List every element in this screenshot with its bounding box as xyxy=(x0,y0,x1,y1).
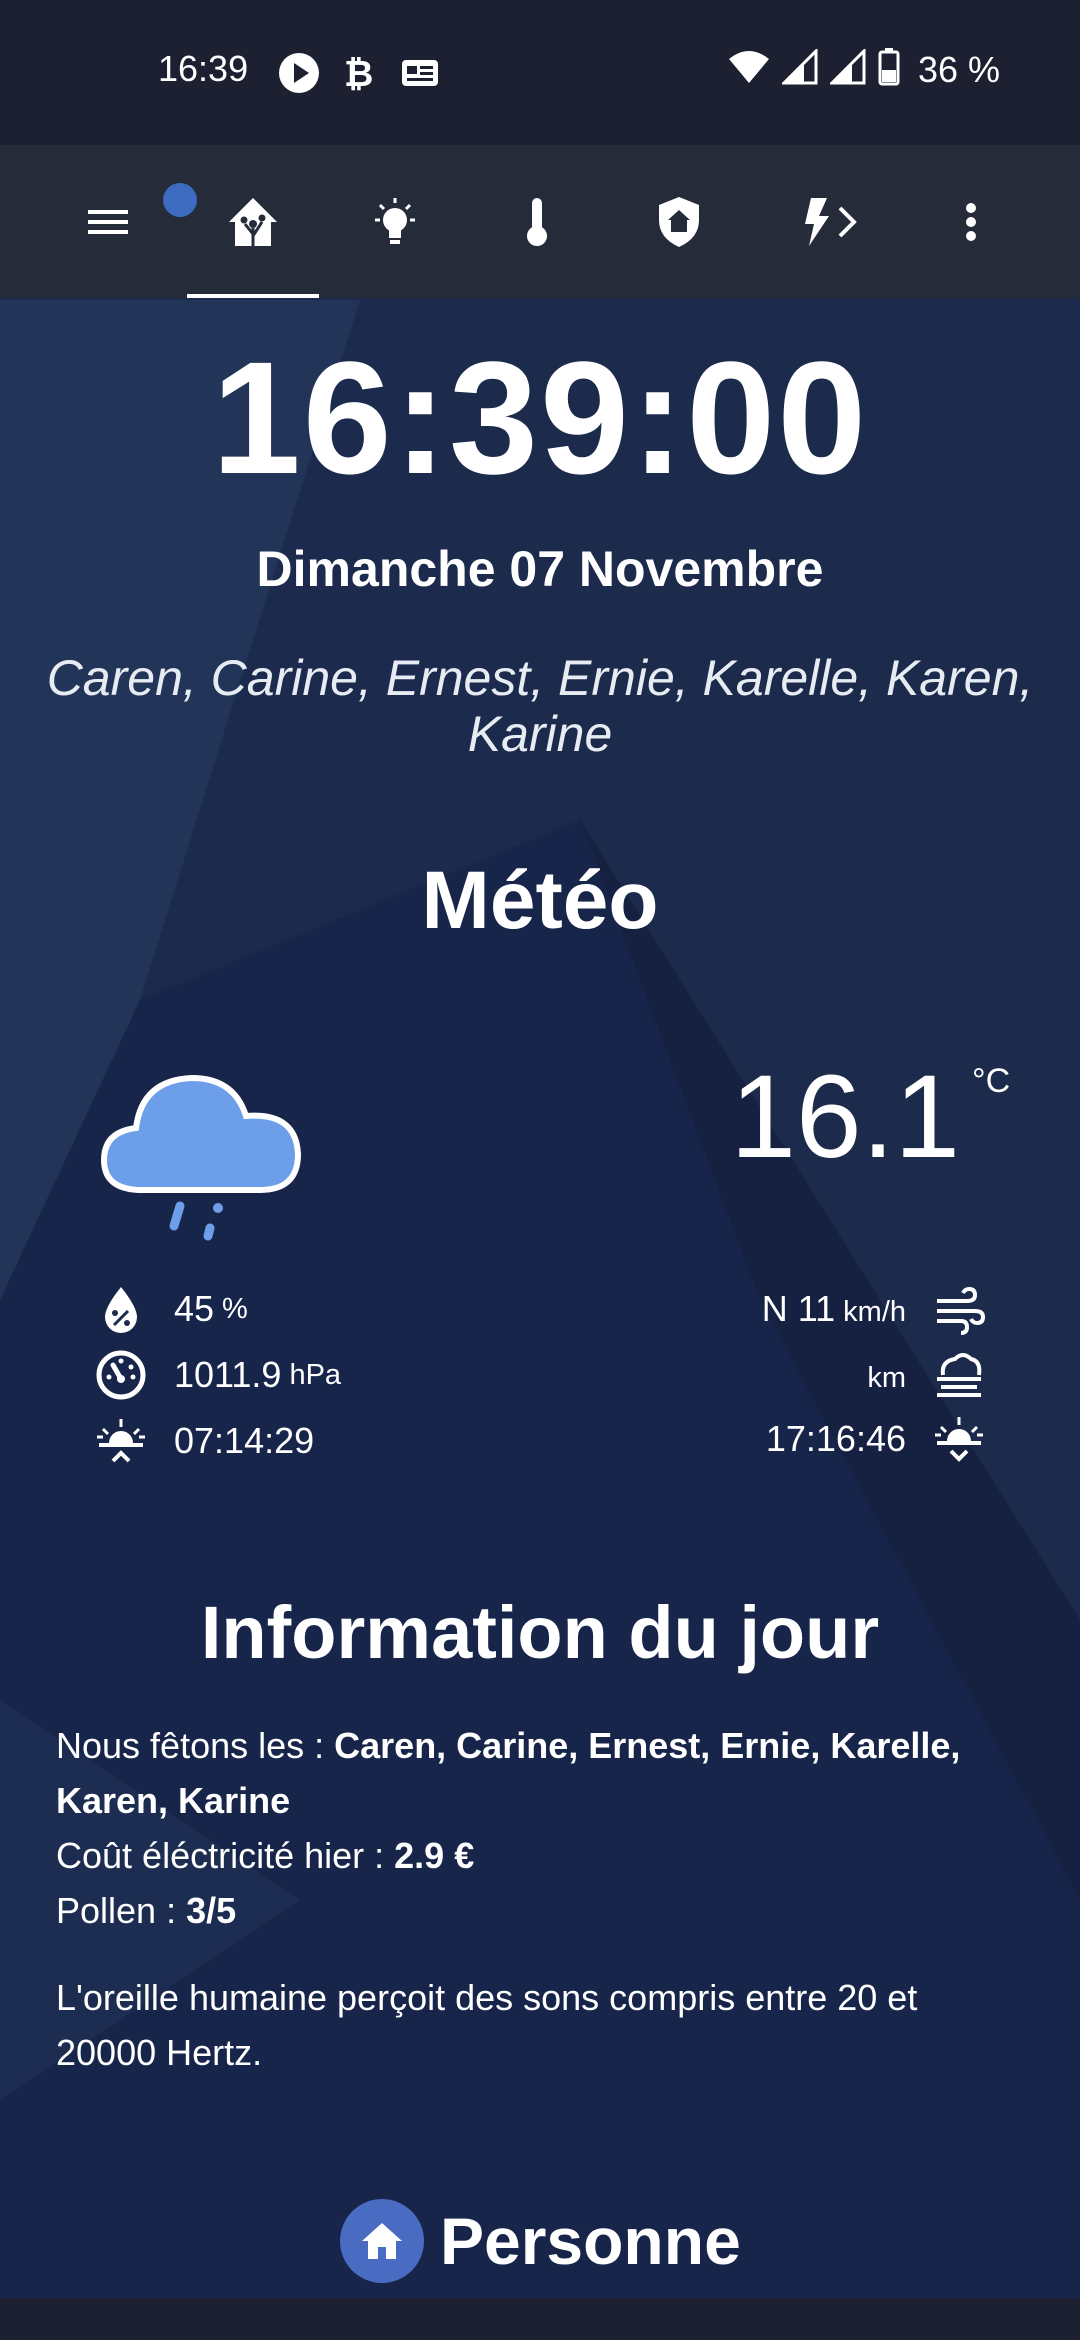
sunset-time: 17:16:46 xyxy=(765,1418,906,1459)
rainy-cloud-icon[interactable] xyxy=(100,1050,310,1260)
personne-label: Personne xyxy=(440,2204,741,2278)
shield-home-icon xyxy=(659,196,699,247)
clock-time: 16:39:00 xyxy=(211,328,869,507)
fog-icon xyxy=(930,1346,988,1404)
wind-row: N 11 km/h xyxy=(762,1280,988,1338)
humidity-value: 45 xyxy=(174,1288,215,1329)
wind-icon xyxy=(930,1280,988,1338)
signal-icon xyxy=(780,47,818,90)
pressure-row: 1011.9 hPa xyxy=(92,1346,341,1404)
tab-lights[interactable] xyxy=(330,145,460,298)
sunrise-row: 07:14:29 xyxy=(92,1412,314,1470)
active-tab-indicator xyxy=(187,294,319,298)
battery-icon xyxy=(878,48,900,91)
pressure-unit: hPa xyxy=(289,1358,342,1391)
water-percent-icon xyxy=(92,1280,150,1338)
info-pollen-value: 3/5 xyxy=(186,1890,237,1931)
temperature-value: 16.1 xyxy=(730,1051,960,1183)
status-time: 16:39 xyxy=(158,48,249,89)
gauge-icon xyxy=(92,1346,150,1404)
sunrise-time: 07:14:29 xyxy=(174,1420,315,1461)
visibility-unit: km xyxy=(867,1362,906,1394)
sunrise-icon xyxy=(92,1412,150,1470)
home-icon xyxy=(340,2199,424,2283)
tabs-scroll-right[interactable] xyxy=(808,145,888,298)
humidity-row: 45 % xyxy=(92,1280,248,1338)
wind-value: N 11 xyxy=(761,1288,836,1329)
wifi-icon xyxy=(728,49,770,90)
info-names-label: Nous fêtons les : xyxy=(56,1725,335,1766)
sunset-row: 17:16:46 xyxy=(766,1410,988,1468)
lightbulb-icon xyxy=(375,197,415,244)
dashboard-toolbar xyxy=(0,145,1080,298)
battery-percentage: 36 % xyxy=(917,48,1000,90)
info-cost-line: Coût éléctricité hier : 2.9 € xyxy=(56,1828,1016,1883)
info-pollen-label: Pollen : xyxy=(56,1890,187,1931)
daily-fact: L'oreille humaine perçoit des sons compr… xyxy=(56,1977,918,2073)
signal-icon xyxy=(828,47,866,90)
info-details: Nous fêtons les : Caren, Carine, Ernest,… xyxy=(56,1718,1016,1938)
tab-climate[interactable] xyxy=(472,145,602,298)
thermometer-icon xyxy=(527,197,547,246)
overflow-menu-button[interactable] xyxy=(906,145,1036,298)
visibility-row: km xyxy=(859,1346,988,1404)
info-pollen-line: Pollen : 3/5 xyxy=(56,1883,1016,1938)
info-cost-label: Coût éléctricité hier : xyxy=(56,1835,395,1876)
navigation-bar xyxy=(0,2298,1080,2340)
wind-unit: km/h xyxy=(843,1296,906,1328)
menu-button[interactable] xyxy=(45,145,197,298)
personne-header[interactable]: Personne xyxy=(340,2196,741,2286)
info-names-line: Nous fêtons les : Caren, Carine, Ernest,… xyxy=(56,1718,1016,1828)
status-notification-icons: ₿ xyxy=(278,52,440,99)
sunset-icon xyxy=(930,1410,988,1468)
clock-date: Dimanche 07 Novembre xyxy=(256,541,824,597)
play-icon xyxy=(278,52,320,99)
tab-security[interactable] xyxy=(614,145,744,298)
humidity-unit: % xyxy=(222,1292,248,1325)
menu-icon xyxy=(88,209,128,234)
status-system-icons: 36 % xyxy=(728,47,1000,91)
svg-text:₿: ₿ xyxy=(344,54,373,94)
saints-names: Caren, Carine, Ernest, Ernie, Karelle, K… xyxy=(46,650,1034,762)
temperature-unit: °C xyxy=(972,1062,1011,1100)
chevron-right-icon xyxy=(838,206,857,237)
dashboard-content: 16:39:00 Dimanche 07 Novembre Caren, Car… xyxy=(0,298,1080,2298)
meteo-title: Météo xyxy=(421,855,659,946)
more-vertical-icon xyxy=(966,202,976,241)
info-cost-value: 2.9 € xyxy=(394,1835,475,1876)
bitcoin-icon: ₿ xyxy=(340,52,380,99)
news-icon xyxy=(400,56,440,95)
info-title: Information du jour xyxy=(200,1591,880,1674)
home-assistant-icon xyxy=(229,197,277,246)
status-bar: 16:39 ₿ 36 % xyxy=(0,0,1080,145)
pressure-value: 1011.9 xyxy=(174,1354,282,1395)
tab-home[interactable] xyxy=(188,145,318,298)
